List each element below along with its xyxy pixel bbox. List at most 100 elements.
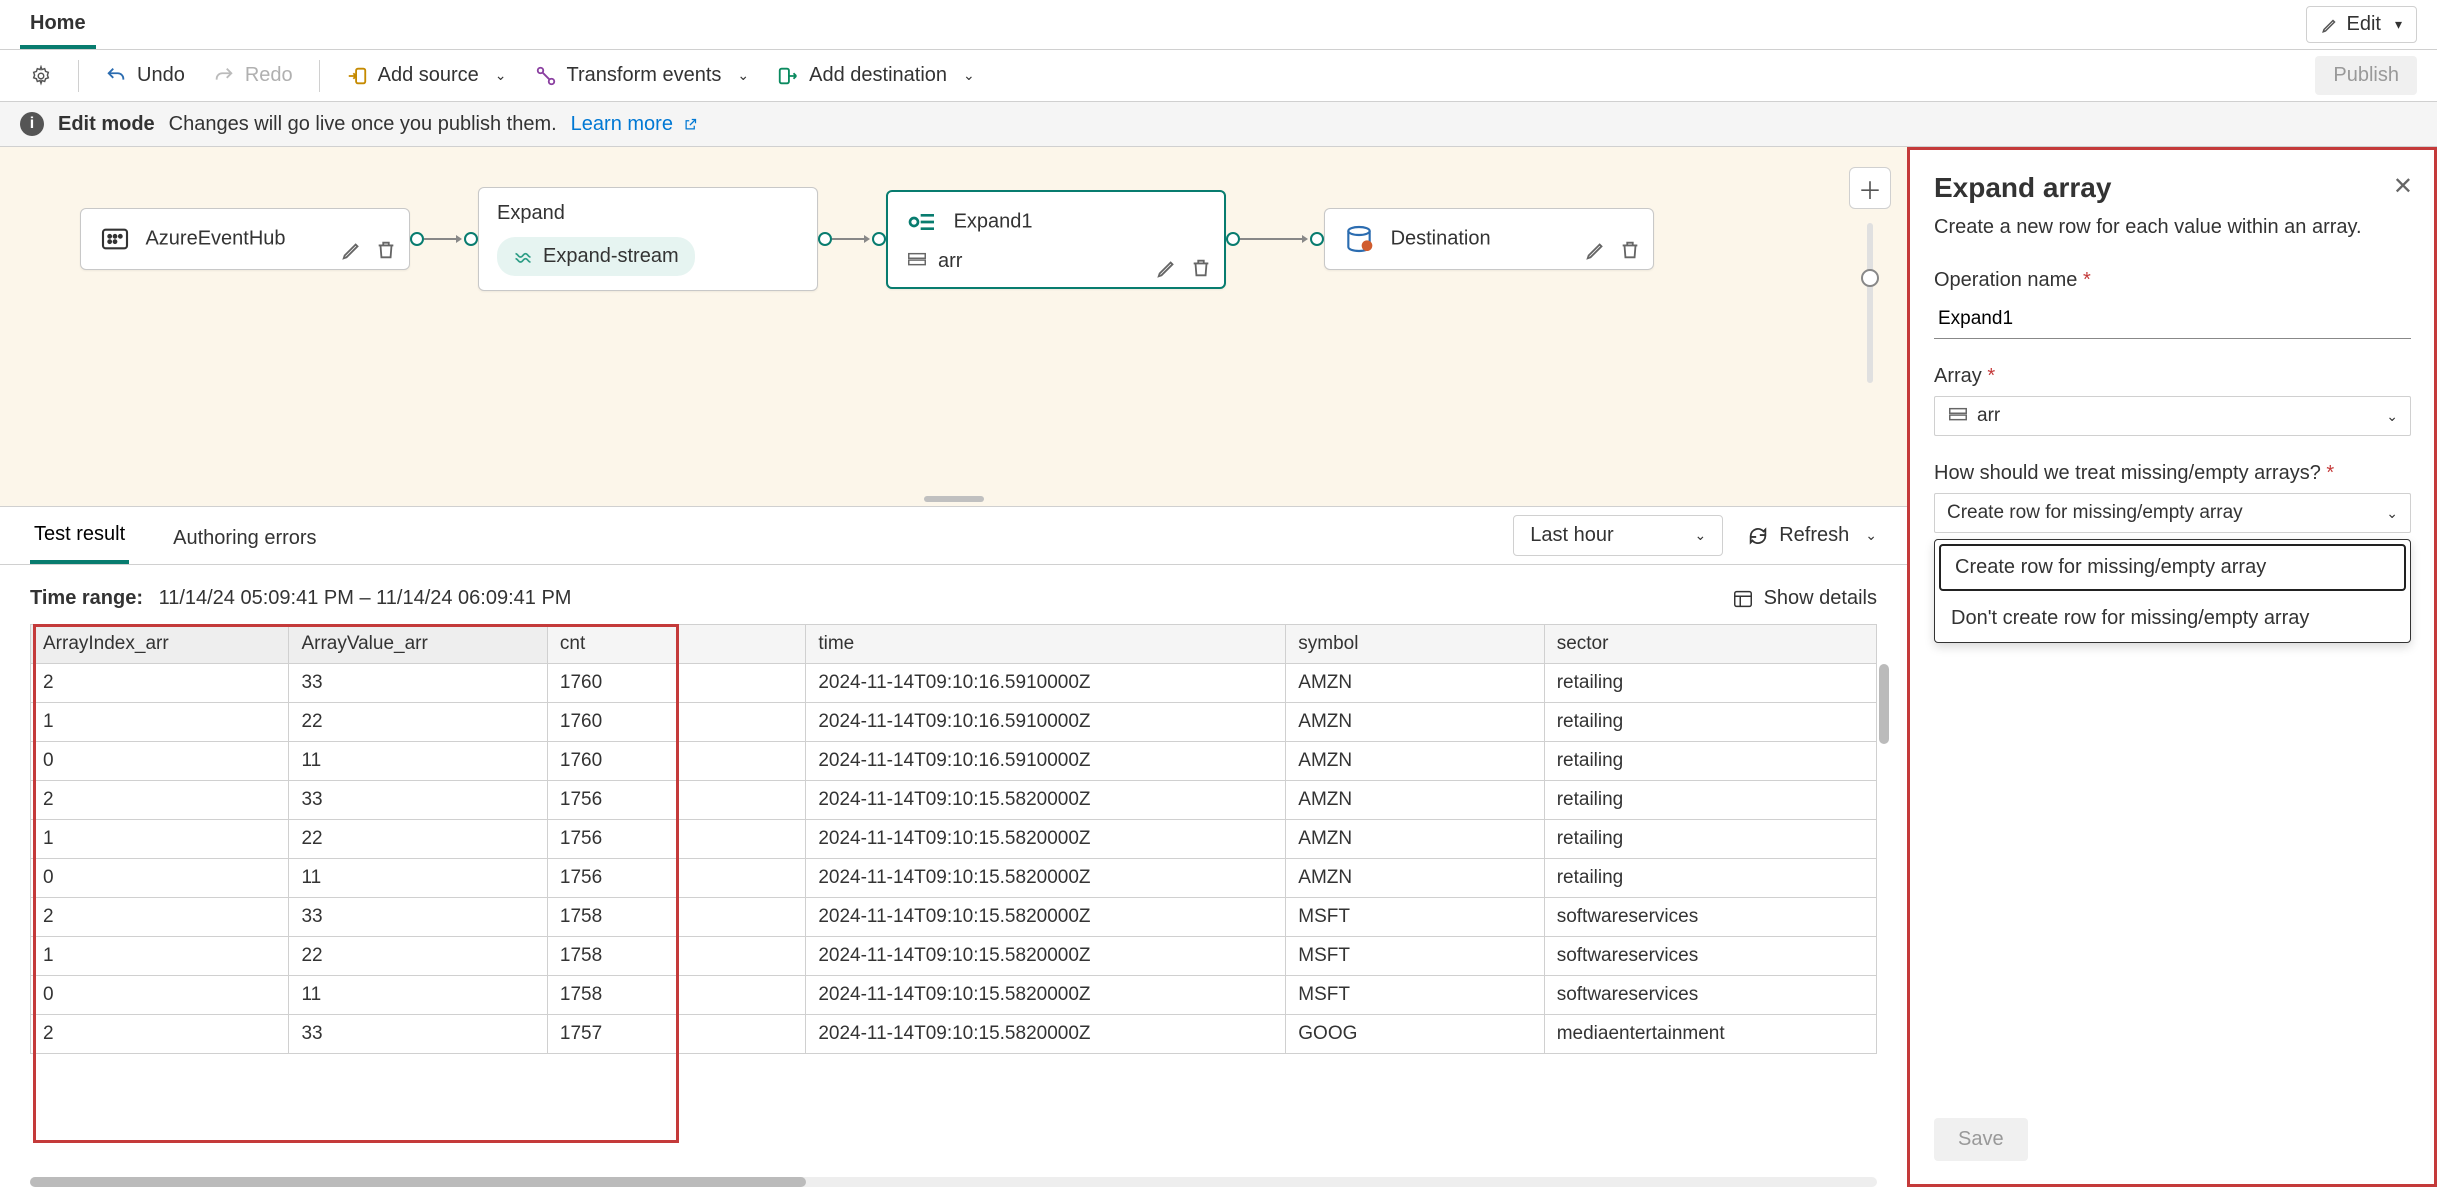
table-row[interactable]: 01117562024-11-14T09:10:15.5820000ZAMZNr… bbox=[31, 859, 1877, 898]
table-cell: retailing bbox=[1544, 664, 1876, 703]
add-destination-label: Add destination bbox=[809, 64, 947, 87]
table-cell: 2024-11-14T09:10:15.5820000Z bbox=[806, 976, 1286, 1015]
dropdown-option-dont-create-row[interactable]: Don't create row for missing/empty array bbox=[1935, 595, 2410, 642]
vertical-scrollbar[interactable] bbox=[1879, 664, 1889, 744]
input-port[interactable] bbox=[872, 232, 886, 246]
pipeline-canvas[interactable]: AzureEventHub Expand Expand-stream bbox=[0, 147, 1907, 507]
table-cell: 2024-11-14T09:10:15.5820000Z bbox=[806, 820, 1286, 859]
expand-stream-label: Expand-stream bbox=[543, 245, 679, 268]
settings-button[interactable] bbox=[20, 59, 62, 93]
table-cell: GOOG bbox=[1286, 1015, 1544, 1054]
missing-arrays-label: How should we treat missing/empty arrays… bbox=[1934, 462, 2411, 485]
input-port[interactable] bbox=[1310, 232, 1324, 246]
input-port[interactable] bbox=[464, 232, 478, 246]
table-row[interactable]: 12217582024-11-14T09:10:15.5820000ZMSFTs… bbox=[31, 937, 1877, 976]
details-icon bbox=[1732, 588, 1754, 610]
tab-home[interactable]: Home bbox=[20, 0, 96, 49]
close-icon: ✕ bbox=[2393, 173, 2413, 200]
pencil-icon[interactable] bbox=[1156, 257, 1178, 279]
array-select[interactable]: arr ⌄ bbox=[1934, 396, 2411, 436]
pencil-icon[interactable] bbox=[341, 239, 363, 261]
node-expand-title: Expand bbox=[497, 202, 565, 224]
eventhub-icon bbox=[99, 223, 131, 255]
add-source-button[interactable]: Add source ⌄ bbox=[336, 58, 517, 93]
array-value: arr bbox=[1977, 405, 2000, 427]
table-cell: 2 bbox=[31, 664, 289, 703]
column-header[interactable]: time bbox=[806, 625, 1286, 664]
tab-test-result[interactable]: Test result bbox=[30, 507, 129, 564]
column-header[interactable]: sector bbox=[1544, 625, 1876, 664]
column-header[interactable]: ArrayIndex_arr bbox=[31, 625, 289, 664]
slider-thumb[interactable] bbox=[1861, 269, 1879, 287]
database-icon bbox=[1343, 223, 1375, 255]
operation-name-input[interactable] bbox=[1934, 300, 2411, 339]
table-row[interactable]: 01117602024-11-14T09:10:16.5910000ZAMZNr… bbox=[31, 742, 1877, 781]
zoom-slider[interactable] bbox=[1867, 223, 1873, 383]
table-row[interactable]: 12217562024-11-14T09:10:15.5820000ZAMZNr… bbox=[31, 820, 1877, 859]
redo-icon bbox=[213, 65, 235, 87]
table-cell: 1760 bbox=[547, 703, 805, 742]
horizontal-scrollbar[interactable] bbox=[30, 1177, 1877, 1187]
resize-handle[interactable] bbox=[924, 496, 984, 502]
zoom-in-button[interactable]: ＋ bbox=[1849, 167, 1891, 209]
close-panel-button[interactable]: ✕ bbox=[2393, 172, 2413, 201]
plus-icon: ＋ bbox=[1858, 171, 1882, 206]
connector bbox=[832, 231, 872, 247]
array-label: Array bbox=[1934, 365, 2411, 388]
table-cell: AMZN bbox=[1286, 781, 1544, 820]
column-header[interactable]: cnt bbox=[547, 625, 805, 664]
output-port[interactable] bbox=[818, 232, 832, 246]
table-cell: retailing bbox=[1544, 781, 1876, 820]
table-cell: 1 bbox=[31, 703, 289, 742]
panel-title: Expand array bbox=[1934, 172, 2411, 204]
node-expand[interactable]: Expand Expand-stream bbox=[478, 187, 818, 291]
table-cell: 2024-11-14T09:10:16.5910000Z bbox=[806, 742, 1286, 781]
add-destination-button[interactable]: Add destination ⌄ bbox=[767, 58, 985, 93]
node-expand1[interactable]: Expand1 arr bbox=[886, 190, 1226, 289]
output-port[interactable] bbox=[410, 232, 424, 246]
table-cell: 22 bbox=[289, 820, 547, 859]
dropdown-option-create-row[interactable]: Create row for missing/empty array bbox=[1939, 544, 2406, 591]
undo-button[interactable]: Undo bbox=[95, 58, 195, 93]
table-cell: mediaentertainment bbox=[1544, 1015, 1876, 1054]
time-range-label: Time range: bbox=[30, 587, 143, 609]
column-header[interactable]: ArrayValue_arr bbox=[289, 625, 547, 664]
edit-button[interactable]: Edit ▾ bbox=[2306, 6, 2418, 43]
undo-icon bbox=[105, 65, 127, 87]
pencil-icon[interactable] bbox=[1585, 239, 1607, 261]
expand-stream-pill[interactable]: Expand-stream bbox=[497, 237, 695, 276]
table-cell: 1756 bbox=[547, 859, 805, 898]
tab-authoring-errors[interactable]: Authoring errors bbox=[169, 511, 320, 564]
node-destination-title: Destination bbox=[1391, 227, 1491, 249]
table-cell: 1756 bbox=[547, 820, 805, 859]
transform-button[interactable]: Transform events ⌄ bbox=[525, 58, 760, 93]
table-cell: 33 bbox=[289, 1015, 547, 1054]
table-row[interactable]: 12217602024-11-14T09:10:16.5910000ZAMZNr… bbox=[31, 703, 1877, 742]
field-icon bbox=[906, 250, 928, 272]
table-cell: 1757 bbox=[547, 1015, 805, 1054]
column-header[interactable]: symbol bbox=[1286, 625, 1544, 664]
table-cell: 11 bbox=[289, 976, 547, 1015]
table-cell: 0 bbox=[31, 859, 289, 898]
trash-icon[interactable] bbox=[1190, 257, 1212, 279]
trash-icon[interactable] bbox=[1619, 239, 1641, 261]
show-details-button[interactable]: Show details bbox=[1732, 587, 1877, 610]
table-row[interactable]: 23317582024-11-14T09:10:15.5820000ZMSFTs… bbox=[31, 898, 1877, 937]
table-cell: softwareservices bbox=[1544, 898, 1876, 937]
learn-more-link[interactable]: Learn more bbox=[571, 113, 698, 136]
table-row[interactable]: 23317562024-11-14T09:10:15.5820000ZAMZNr… bbox=[31, 781, 1877, 820]
table-row[interactable]: 23317602024-11-14T09:10:16.5910000ZAMZNr… bbox=[31, 664, 1877, 703]
scrollbar-thumb[interactable] bbox=[30, 1177, 806, 1187]
refresh-button[interactable]: Refresh ⌄ bbox=[1747, 524, 1877, 547]
time-range-select[interactable]: Last hour ⌄ bbox=[1513, 515, 1723, 556]
node-destination[interactable]: Destination bbox=[1324, 208, 1654, 270]
missing-arrays-select[interactable]: Create row for missing/empty array ⌄ bbox=[1934, 493, 2411, 533]
node-source[interactable]: AzureEventHub bbox=[80, 208, 410, 270]
refresh-label: Refresh bbox=[1779, 524, 1849, 547]
output-port[interactable] bbox=[1226, 232, 1240, 246]
chevron-down-icon: ⌄ bbox=[2386, 505, 2398, 522]
table-row[interactable]: 01117582024-11-14T09:10:15.5820000ZMSFTs… bbox=[31, 976, 1877, 1015]
table-row[interactable]: 23317572024-11-14T09:10:15.5820000ZGOOGm… bbox=[31, 1015, 1877, 1054]
trash-icon[interactable] bbox=[375, 239, 397, 261]
table-cell: 1758 bbox=[547, 976, 805, 1015]
